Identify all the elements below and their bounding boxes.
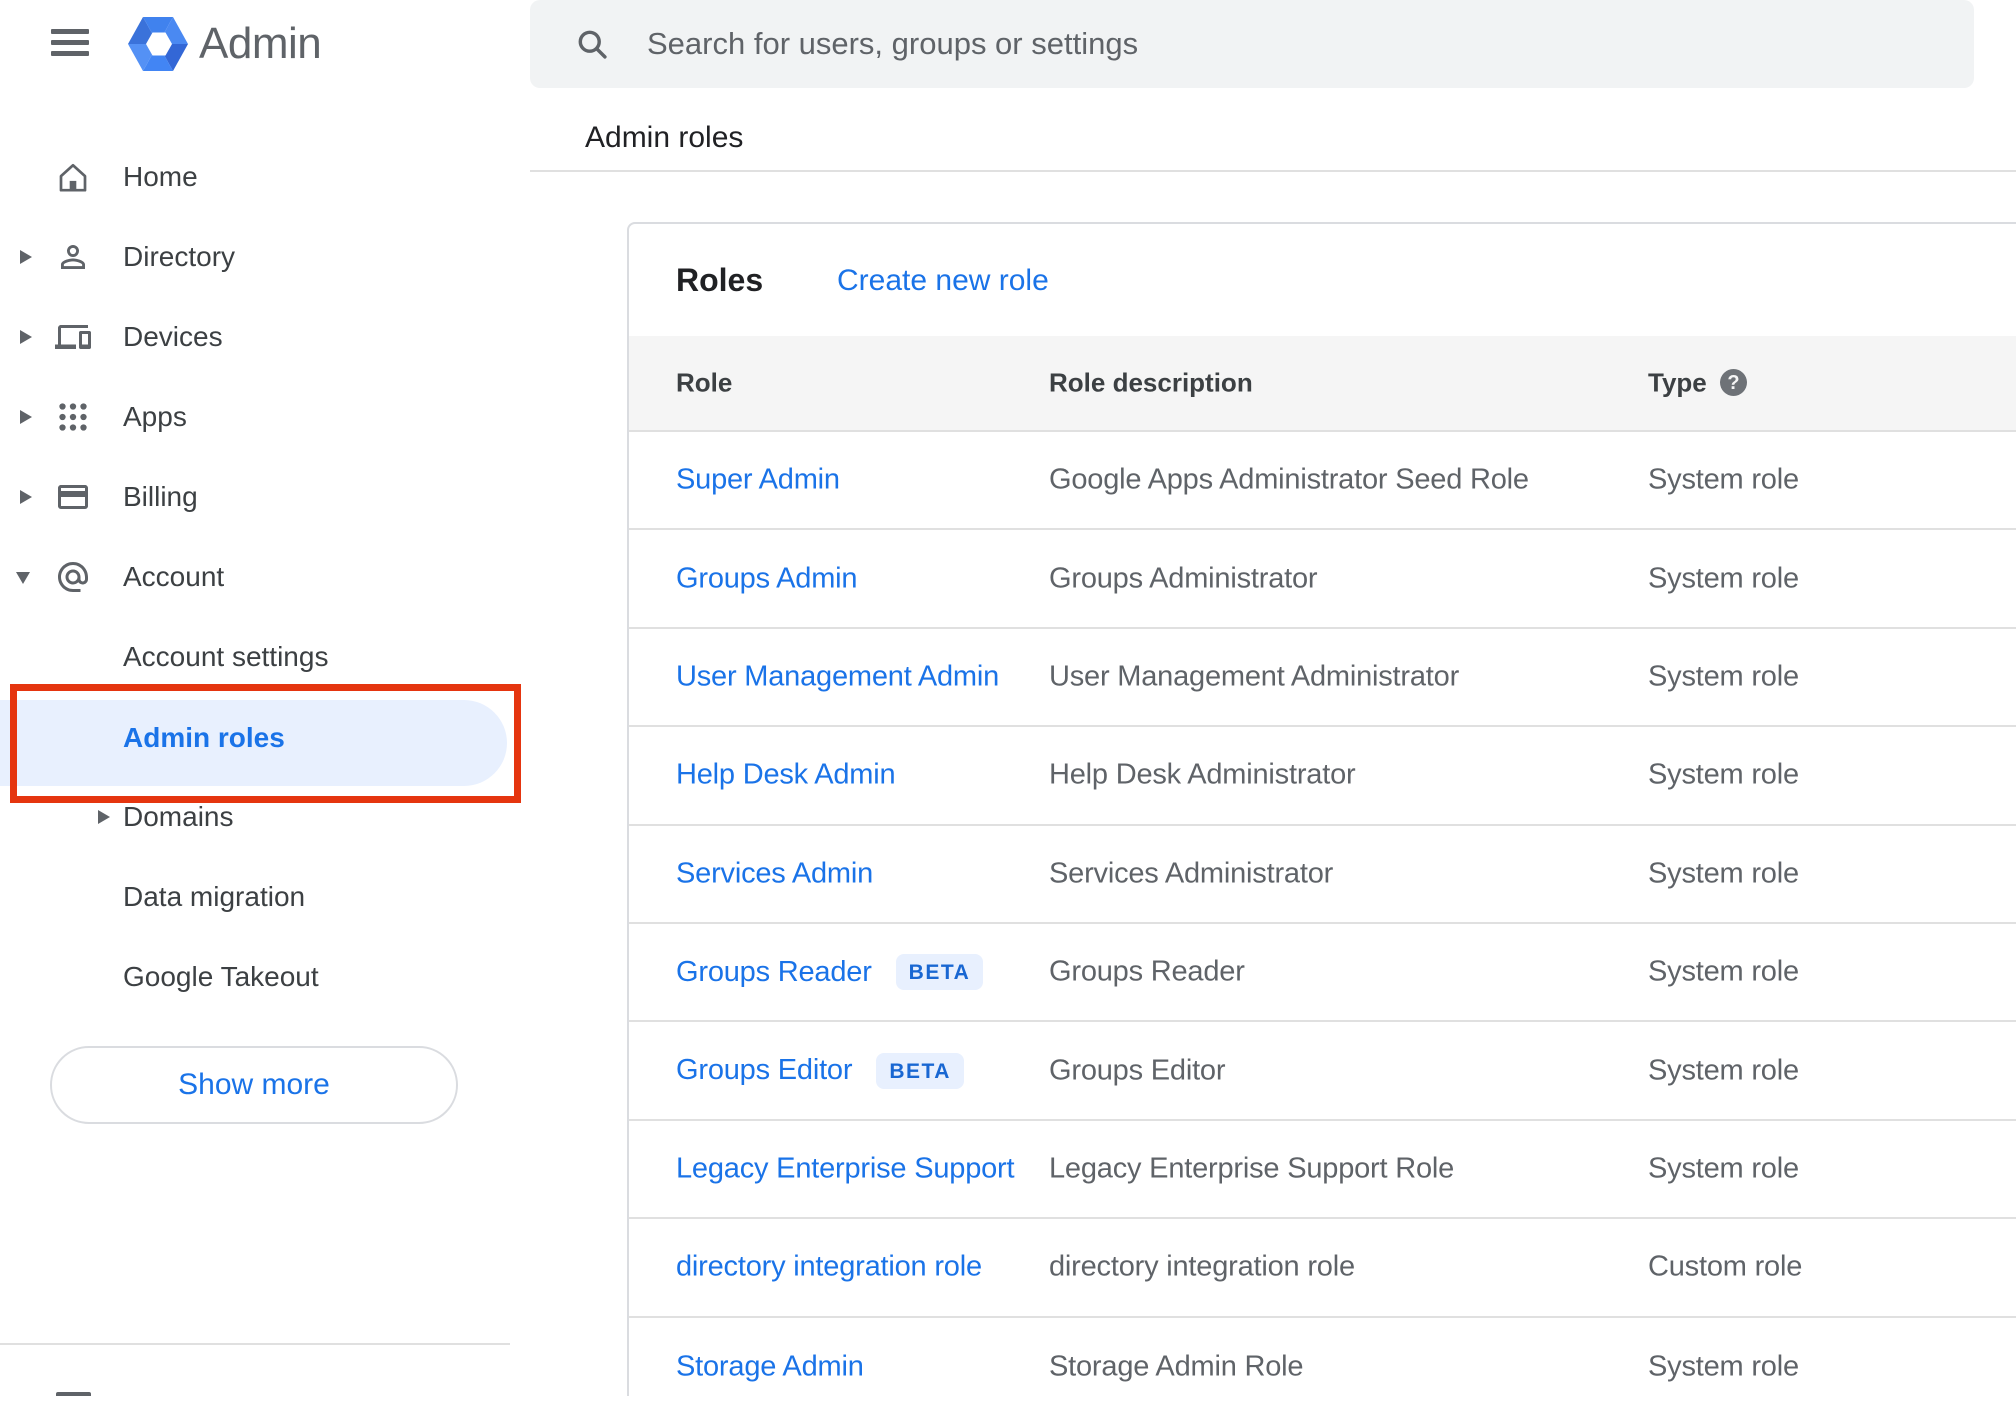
role-link[interactable]: Groups Editor BETA (676, 1052, 964, 1089)
table-row: Help Desk Admin Help Desk Administrator … (629, 727, 2016, 826)
role-type: System role (1648, 562, 1799, 595)
sidebar-item-label: Account settings (123, 641, 329, 672)
sidebar-item-directory[interactable]: Directory (0, 217, 530, 297)
breadcrumb: Admin roles (585, 121, 744, 154)
roles-card: Roles Create new role Role Role descript… (627, 222, 2016, 1396)
role-link[interactable]: Services Admin (676, 857, 873, 890)
sidebar-item-apps[interactable]: Apps (0, 377, 530, 457)
collapse-arrow-icon[interactable] (16, 572, 30, 584)
role-link[interactable]: Groups Admin (676, 562, 858, 595)
role-link-text[interactable]: Groups Editor (676, 1054, 853, 1087)
role-link[interactable]: Help Desk Admin (676, 759, 896, 792)
search-bar[interactable]: Search for users, groups or settings (530, 0, 1974, 88)
expand-arrow-icon[interactable] (98, 810, 110, 824)
beta-badge: BETA (876, 1052, 964, 1089)
sidebar-item-label: Directory (123, 241, 236, 272)
table-row: Services Admin Services Administrator Sy… (629, 826, 2016, 924)
sidebar-item-label: Billing (123, 481, 198, 512)
sidebar-item-google-takeout[interactable]: Google Takeout (0, 937, 530, 1017)
table-row: directory integration role directory int… (629, 1219, 2016, 1318)
menu-hamburger-icon[interactable] (51, 29, 89, 56)
role-link[interactable]: Groups Reader BETA (676, 954, 984, 991)
role-type: Custom role (1648, 1250, 1803, 1283)
role-link[interactable]: Super Admin (676, 464, 840, 497)
role-description: Google Apps Administrator Seed Role (1049, 463, 1529, 496)
table-row: User Management Admin User Management Ad… (629, 629, 2016, 728)
sidebar-item-data-migration[interactable]: Data migration (0, 857, 530, 937)
role-type: System role (1648, 463, 1799, 496)
role-link[interactable]: User Management Admin (676, 660, 999, 693)
sidebar-item-label: Account (123, 561, 225, 592)
role-link[interactable]: Storage Admin (676, 1350, 864, 1383)
credit-card-icon (58, 485, 88, 509)
role-type: System role (1648, 857, 1799, 890)
sidebar-item-admin-roles[interactable]: Admin roles (0, 698, 530, 778)
sidebar-item-billing[interactable]: Billing (0, 457, 530, 537)
sidebar-item-label: Apps (123, 401, 187, 432)
expand-arrow-icon[interactable] (20, 330, 32, 344)
sidebar-item-account-settings[interactable]: Account settings (0, 617, 530, 697)
role-description: Groups Editor (1049, 1054, 1226, 1087)
column-header-role-description: Role description (1049, 367, 1253, 398)
create-new-role-link[interactable]: Create new role (837, 264, 1049, 298)
at-sign-icon (58, 562, 88, 592)
sidebar-bottom-divider (0, 1343, 510, 1345)
role-description: User Management Administrator (1049, 660, 1460, 693)
role-type: System role (1648, 955, 1799, 988)
clipped-sidebar-icon (56, 1392, 91, 1396)
table-header-row: Role Role description Type ? (629, 336, 2016, 432)
role-type: System role (1648, 660, 1799, 693)
sidebar-item-label: Admin roles (123, 722, 285, 753)
role-description: Storage Admin Role (1049, 1350, 1304, 1383)
role-link[interactable]: directory integration role (676, 1251, 982, 1284)
help-icon[interactable]: ? (1720, 369, 1747, 396)
app-title: Admin (199, 19, 322, 68)
role-description: Help Desk Administrator (1049, 758, 1356, 791)
header-divider (530, 170, 2016, 172)
sidebar-item-label: Data migration (123, 881, 306, 912)
table-row: Legacy Enterprise Support Legacy Enterpr… (629, 1121, 2016, 1220)
table-row: Groups Reader BETA Groups Reader System r… (629, 924, 2016, 1023)
role-type: System role (1648, 1350, 1799, 1383)
role-description: Groups Administrator (1049, 562, 1318, 595)
roles-table-body: Super Admin Google Apps Administrator Se… (629, 432, 2016, 1416)
column-header-type: Type (1648, 367, 1707, 398)
table-row: Groups Editor BETA Groups Editor System r… (629, 1022, 2016, 1121)
home-icon (59, 163, 87, 192)
column-header-role: Role (676, 367, 733, 398)
table-row: Groups Admin Groups Administrator System… (629, 530, 2016, 629)
sidebar-item-devices[interactable]: Devices (0, 297, 530, 377)
expand-arrow-icon[interactable] (20, 410, 32, 424)
role-link-text[interactable]: Groups Reader (676, 956, 872, 989)
sidebar-item-domains[interactable]: Domains (0, 777, 530, 857)
role-type: System role (1648, 1152, 1799, 1185)
beta-badge: BETA (895, 954, 984, 991)
expand-arrow-icon[interactable] (20, 490, 32, 504)
apps-grid-icon (59, 403, 87, 431)
table-row: Super Admin Google Apps Administrator Se… (629, 432, 2016, 531)
person-icon (61, 245, 85, 269)
search-icon (578, 30, 607, 59)
devices-icon (55, 325, 91, 349)
sidebar-item-home[interactable]: Home (0, 137, 530, 217)
sidebar-item-account[interactable]: Account (0, 537, 530, 617)
card-title: Roles (676, 262, 764, 298)
sidebar-item-label: Domains (123, 801, 234, 832)
sidebar-item-label: Home (123, 161, 198, 192)
show-more-button[interactable]: Show more (50, 1046, 458, 1124)
google-admin-logo (128, 15, 188, 73)
table-row: Storage Admin Storage Admin Role System … (629, 1318, 2016, 1416)
role-description: Services Administrator (1049, 857, 1334, 890)
sidebar-item-label: Devices (123, 321, 223, 352)
search-input[interactable]: Search for users, groups or settings (647, 26, 1138, 62)
role-type: System role (1648, 758, 1799, 791)
role-description: Legacy Enterprise Support Role (1049, 1152, 1455, 1185)
role-description: Groups Reader (1049, 955, 1245, 988)
expand-arrow-icon[interactable] (20, 250, 32, 264)
role-type: System role (1648, 1054, 1799, 1087)
sidebar-item-label: Google Takeout (123, 961, 319, 992)
role-description: directory integration role (1049, 1250, 1355, 1283)
role-link[interactable]: Legacy Enterprise Support (676, 1152, 1015, 1185)
